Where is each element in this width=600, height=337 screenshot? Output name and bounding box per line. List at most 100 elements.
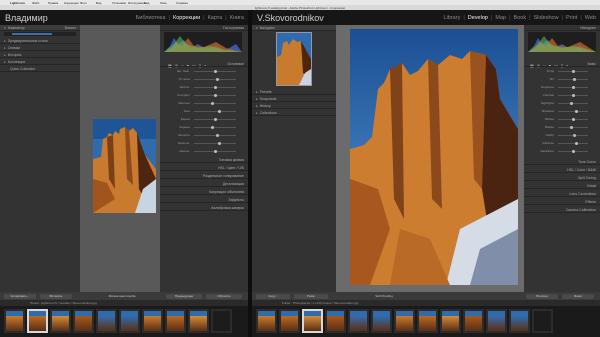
reset-button[interactable]: Reset	[562, 293, 594, 299]
filmstrip-thumbnail[interactable]	[440, 309, 461, 333]
navigator-header[interactable]: ▾ Навигатор Вписат	[0, 25, 80, 31]
right-panel-section[interactable]: Lens Corrections	[524, 191, 600, 197]
image-canvas[interactable]	[336, 25, 524, 292]
filmstrip-thumbnail[interactable]	[50, 309, 71, 333]
filmstrip-thumbnail[interactable]	[279, 309, 300, 333]
slider-knob[interactable]	[573, 78, 576, 81]
adjustment-slider[interactable]: Blacks	[528, 125, 596, 129]
slider-knob[interactable]	[574, 110, 578, 113]
slider-track[interactable]	[558, 102, 588, 105]
slider-knob[interactable]	[213, 86, 217, 89]
slider-knob[interactable]	[213, 150, 217, 153]
slider-track[interactable]	[194, 86, 236, 89]
tone-curve-header[interactable]: Тоновая кривая	[160, 157, 248, 163]
left-panel-section[interactable]: ▸ Snapshots	[252, 96, 336, 102]
right-panel-section[interactable]: Split Toning	[524, 175, 600, 181]
slider-knob[interactable]	[574, 142, 578, 145]
slider-track[interactable]	[558, 142, 588, 145]
adjustment-slider[interactable]: Тени	[164, 109, 244, 113]
paste-button[interactable]: Вставить	[40, 293, 72, 299]
filmstrip-thumbnail[interactable]	[27, 309, 48, 333]
filmstrip-thumbnail[interactable]	[302, 309, 323, 333]
filmstrip-thumbnail[interactable]	[486, 309, 507, 333]
slider-knob[interactable]	[215, 78, 219, 81]
module-0[interactable]: Библиотека	[136, 15, 166, 21]
slider-track[interactable]	[558, 134, 588, 137]
left-panel-section[interactable]: ▸ Предварительные стили	[0, 38, 80, 44]
soft-proofing-toggle[interactable]: Soft Proofing	[362, 293, 406, 299]
reset-button[interactable]: Сбросить	[206, 293, 242, 299]
navigator-preview[interactable]	[4, 32, 76, 36]
slider-track[interactable]	[194, 110, 236, 113]
slider-knob[interactable]	[570, 126, 573, 129]
tool-strip[interactable]: ▦◎○●▭▯◐	[530, 54, 596, 68]
filmstrip-thumbnail[interactable]	[96, 309, 117, 333]
filmstrip-thumbnail[interactable]	[256, 309, 277, 333]
adjustment-slider[interactable]: Tint	[528, 77, 596, 81]
slider-track[interactable]	[558, 110, 588, 113]
right-panel-section[interactable]: HSL / Цвет / Ч/Б	[160, 165, 248, 171]
filmstrip-thumbnail[interactable]	[394, 309, 415, 333]
left-panel-section[interactable]: ▸ Presets	[252, 89, 336, 95]
slider-knob[interactable]	[217, 110, 221, 113]
right-panel-section[interactable]: Detail	[524, 183, 600, 189]
adjustment-slider[interactable]: Vibrance	[528, 141, 596, 145]
filmstrip-thumbnail[interactable]	[165, 309, 186, 333]
module-3[interactable]: Book	[514, 15, 527, 21]
adjustment-slider[interactable]: Saturation	[528, 149, 596, 153]
copy-button[interactable]: Copy...	[256, 293, 290, 299]
filmstrip-thumbnail[interactable]	[325, 309, 346, 333]
module-4[interactable]: Slideshow	[534, 15, 559, 21]
filmstrip-thumbnail[interactable]	[211, 309, 232, 333]
slider-track[interactable]	[558, 78, 588, 81]
slider-knob[interactable]	[571, 86, 575, 89]
filmstrip-thumbnail[interactable]	[4, 309, 25, 333]
module-6[interactable]: Web	[585, 15, 596, 21]
navigator-preview[interactable]	[276, 32, 312, 86]
filmstrip-thumbnail[interactable]	[417, 309, 438, 333]
slider-knob[interactable]	[211, 126, 215, 129]
adjustment-slider[interactable]: Whites	[528, 117, 596, 121]
adjustment-slider[interactable]: Контраст	[164, 93, 244, 97]
slider-track[interactable]	[558, 94, 588, 97]
slider-track[interactable]	[194, 134, 236, 137]
adjustment-slider[interactable]: Цв. темп.	[164, 69, 244, 73]
slider-knob[interactable]	[217, 142, 221, 145]
slider-track[interactable]	[194, 118, 236, 121]
filmstrip-thumbnail[interactable]	[532, 309, 553, 333]
adjustment-slider[interactable]: Насыщ.	[164, 149, 244, 153]
left-panel-section[interactable]: ▸ History	[252, 103, 336, 109]
slider-knob[interactable]	[211, 102, 215, 105]
adjustment-slider[interactable]: Черные	[164, 125, 244, 129]
module-1[interactable]: Develop	[468, 15, 488, 21]
basic-header[interactable]: Основные	[160, 61, 248, 67]
slider-track[interactable]	[194, 150, 236, 153]
slider-track[interactable]	[194, 142, 236, 145]
module-0[interactable]: Library	[444, 15, 461, 21]
soft-proofing-toggle[interactable]: Мягкая цветопроба	[100, 293, 144, 299]
filmstrip-thumbnail[interactable]	[371, 309, 392, 333]
filmstrip-thumbnail[interactable]	[188, 309, 209, 333]
basic-header[interactable]: Basic	[524, 61, 600, 67]
slider-knob[interactable]	[213, 70, 217, 73]
tool-strip[interactable]: ▦◎○●▭▯◐	[168, 54, 240, 68]
right-panel-section[interactable]: Раздельное тонирование	[160, 173, 248, 179]
adjustment-slider[interactable]: Четкость	[164, 133, 244, 137]
slider-track[interactable]	[194, 102, 236, 105]
right-panel-section[interactable]: Camera Calibration	[524, 207, 600, 213]
filmstrip-thumbnail[interactable]	[73, 309, 94, 333]
module-1[interactable]: Коррекции	[173, 15, 200, 21]
left-panel-section[interactable]: ▸ Collections	[252, 110, 336, 116]
right-panel-section[interactable]: HSL / Color / B&W	[524, 167, 600, 173]
navigator-header[interactable]: ▾ Navigator	[252, 25, 336, 31]
filmstrip-thumbnail[interactable]	[119, 309, 140, 333]
adjustment-slider[interactable]: Contrast	[528, 93, 596, 97]
left-panel-section[interactable]: ▸ Снимки	[0, 45, 80, 51]
module-3[interactable]: Книга	[230, 15, 244, 21]
adjustment-slider[interactable]: Exposure	[528, 85, 596, 89]
right-panel-section[interactable]: Tone Curve	[524, 159, 600, 165]
module-2[interactable]: Карта	[208, 15, 223, 21]
filmstrip-thumbnail[interactable]	[463, 309, 484, 333]
slider-knob[interactable]	[213, 94, 217, 97]
slider-knob[interactable]	[571, 150, 575, 153]
